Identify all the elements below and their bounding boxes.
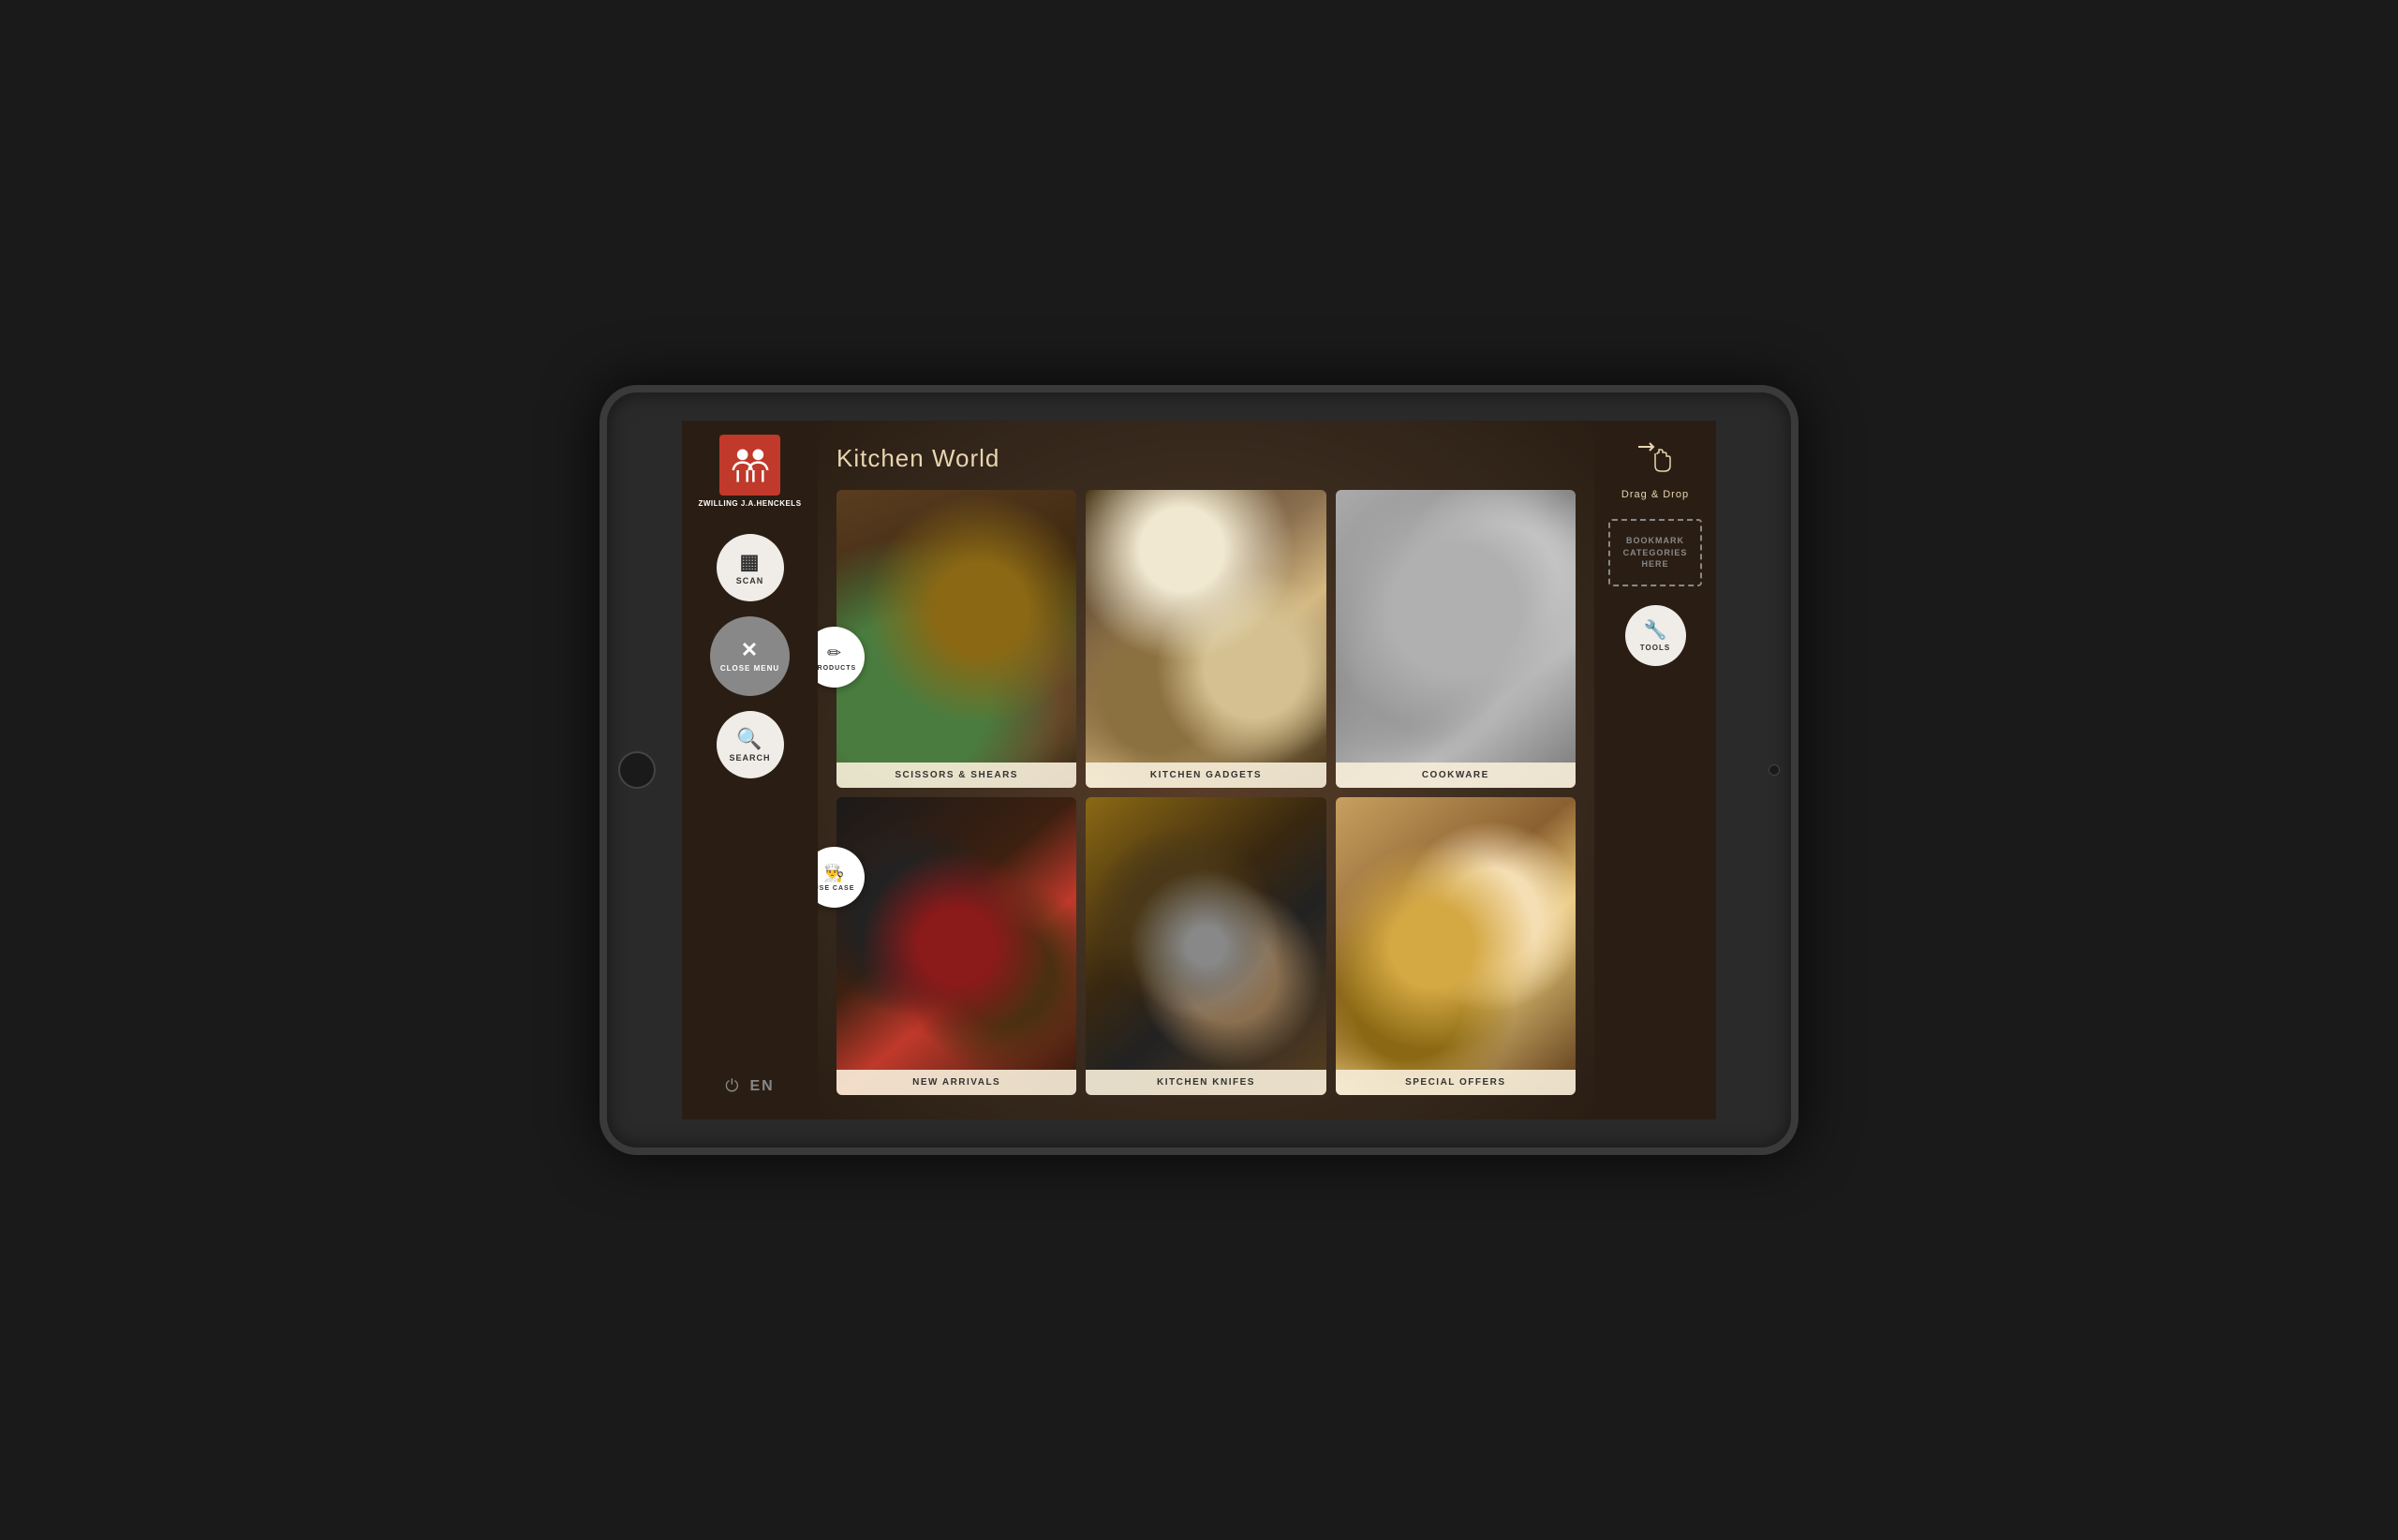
logo-container: ZWILLING J.A.HENCKELS [698, 435, 801, 508]
language-selector[interactable]: EN [750, 1078, 775, 1095]
products-label: PRODUCTS [818, 665, 856, 672]
sidebar-bottom: ⏻ EN [725, 1076, 774, 1105]
grid-item-special-offers[interactable]: SPECIAL OFFERS [1336, 797, 1576, 1095]
sidebar: ZWILLING J.A.HENCKELS ▦ SCAN ✕ CLOSE MEN… [682, 421, 818, 1119]
bookmark-label: BOOKMARK CATEGORIES HERE [1623, 536, 1688, 569]
tools-label: TOOLS [1640, 644, 1670, 652]
grid-item-scissors-shears[interactable]: SCISSORS & SHEARS [836, 490, 1076, 788]
drag-drop-icon [1636, 439, 1674, 483]
main-content: Kitchen World SCISSORS & SHEARS KITCHEN … [818, 421, 1594, 1119]
grid-label-cookware: COOKWARE [1336, 763, 1576, 788]
category-grid: SCISSORS & SHEARS KITCHEN GADGETS COOKWA… [836, 490, 1576, 1095]
grid-item-kitchen-gadgets[interactable]: KITCHEN GADGETS [1086, 490, 1325, 788]
grid-label-offers: SPECIAL OFFERS [1336, 1070, 1576, 1095]
usecase-icon: 👨‍🍳 [823, 864, 844, 883]
scan-button[interactable]: ▦ SCAN [717, 534, 784, 601]
grid-label-scissors: SCISSORS & SHEARS [836, 763, 1076, 788]
camera-dot [1769, 764, 1780, 776]
grid-label-arrivals: NEW ARRIVALS [836, 1070, 1076, 1095]
close-menu-button[interactable]: ✕ CLOSE MENU [710, 616, 790, 696]
grid-item-kitchen-knifes[interactable]: KITCHEN KNIFES [1086, 797, 1325, 1095]
drag-drop-label: Drag & Drop [1621, 489, 1689, 500]
grid-item-cookware[interactable]: COOKWARE [1336, 490, 1576, 788]
power-icon[interactable]: ⏻ [725, 1076, 738, 1096]
grid-item-new-arrivals[interactable]: NEW ARRIVALS [836, 797, 1076, 1095]
logo-svg [727, 447, 774, 484]
grid-label-gadgets: KITCHEN GADGETS [1086, 763, 1325, 788]
usecase-label: USE CASE [818, 885, 854, 892]
close-icon: ✕ [741, 638, 759, 662]
tablet-frame: ZWILLING J.A.HENCKELS ▦ SCAN ✕ CLOSE MEN… [600, 385, 1798, 1155]
page-title: Kitchen World [836, 444, 1576, 473]
bookmark-drop-zone[interactable]: BOOKMARK CATEGORIES HERE [1608, 519, 1702, 586]
tools-button[interactable]: 🔧 TOOLS [1625, 605, 1686, 666]
products-icon: ✏ [827, 644, 841, 663]
scan-icon: ▦ [740, 550, 761, 574]
right-panel: Drag & Drop BOOKMARK CATEGORIES HERE 🔧 T… [1594, 421, 1716, 1119]
search-icon: 🔍 [736, 727, 762, 751]
home-button[interactable] [618, 751, 656, 789]
tablet-screen: ZWILLING J.A.HENCKELS ▦ SCAN ✕ CLOSE MEN… [682, 421, 1716, 1119]
tools-icon: 🔧 [1644, 618, 1667, 642]
drag-drop-section: Drag & Drop [1621, 439, 1689, 500]
search-button[interactable]: 🔍 SEARCH [717, 711, 784, 778]
brand-logo [719, 435, 780, 496]
grid-label-knives: KITCHEN KNIFES [1086, 1070, 1325, 1095]
brand-name: ZWILLING J.A.HENCKELS [698, 499, 801, 508]
